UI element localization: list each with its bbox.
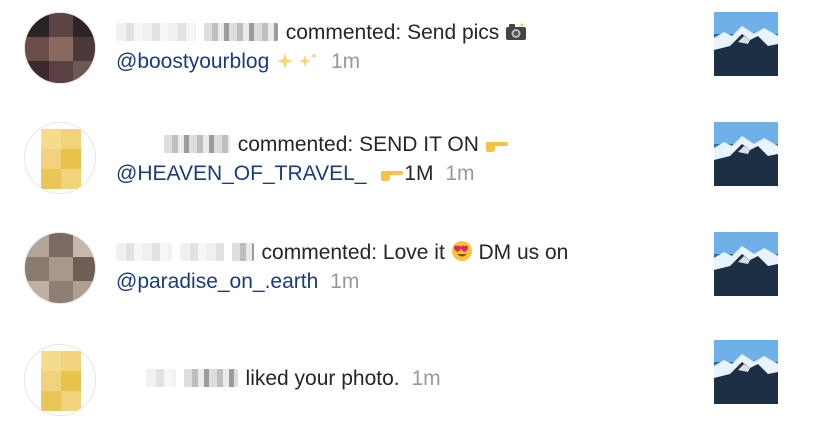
notification-row[interactable]: commented: Send pics @boostyourblog 1m	[0, 0, 832, 100]
redacted-username[interactable]	[203, 23, 278, 41]
redacted-username[interactable]	[179, 243, 224, 261]
redacted-username[interactable]	[116, 243, 172, 261]
timestamp: 1m	[445, 162, 475, 185]
notification-action-text-after: DM us on	[478, 241, 569, 264]
mentioned-handle[interactable]: @HEAVEN_OF_TRAVEL_	[116, 162, 366, 185]
notification-action-text: commented: SEND IT ON	[237, 133, 479, 156]
timestamp: 1m	[330, 270, 360, 293]
mountain-photo-image	[714, 340, 778, 404]
heart-eyes-emoji	[451, 241, 472, 261]
notification-action-text: liked your photo.	[245, 367, 400, 390]
avatar[interactable]	[24, 122, 96, 194]
notification-action-text: commented: Love it	[261, 241, 445, 264]
mountain-photo-image	[714, 232, 778, 296]
pointing-hand-emoji	[485, 142, 508, 152]
sparkles-emoji	[277, 53, 318, 69]
avatar-image	[25, 233, 95, 303]
timestamp: 1m	[330, 50, 361, 73]
post-thumbnail[interactable]	[714, 12, 778, 76]
pointing-hand-emoji	[381, 171, 404, 181]
mention-extra-text: 1M	[404, 162, 434, 185]
notification-row[interactable]: liked your photo. 1m	[0, 330, 832, 430]
mountain-photo-image	[714, 12, 778, 76]
avatar[interactable]	[24, 12, 96, 84]
notification-row[interactable]: commented: Love it DM us on @paradise_on…	[0, 220, 832, 320]
avatar-image	[25, 345, 95, 415]
post-thumbnail[interactable]	[714, 122, 778, 186]
avatar[interactable]	[24, 344, 96, 416]
redacted-username[interactable]	[116, 23, 196, 41]
mentioned-handle[interactable]: @boostyourblog	[116, 50, 269, 73]
timestamp: 1m	[411, 367, 441, 390]
camera-emoji	[506, 23, 527, 40]
redacted-username[interactable]	[183, 369, 238, 387]
avatar[interactable]	[24, 232, 96, 304]
redacted-username[interactable]	[163, 135, 230, 153]
post-thumbnail[interactable]	[714, 232, 778, 296]
post-thumbnail[interactable]	[714, 340, 778, 404]
redacted-username[interactable]	[145, 369, 176, 387]
avatar-image	[25, 123, 95, 193]
redacted-username[interactable]	[231, 243, 254, 261]
mountain-photo-image	[714, 122, 778, 186]
notification-action-text: commented: Send pics	[285, 21, 500, 44]
mentioned-handle[interactable]: @paradise_on_.earth	[116, 270, 318, 293]
avatar-image	[25, 13, 95, 83]
notification-row[interactable]: commented: SEND IT ON @HEAVEN_OF_TRAVEL_…	[0, 108, 832, 208]
